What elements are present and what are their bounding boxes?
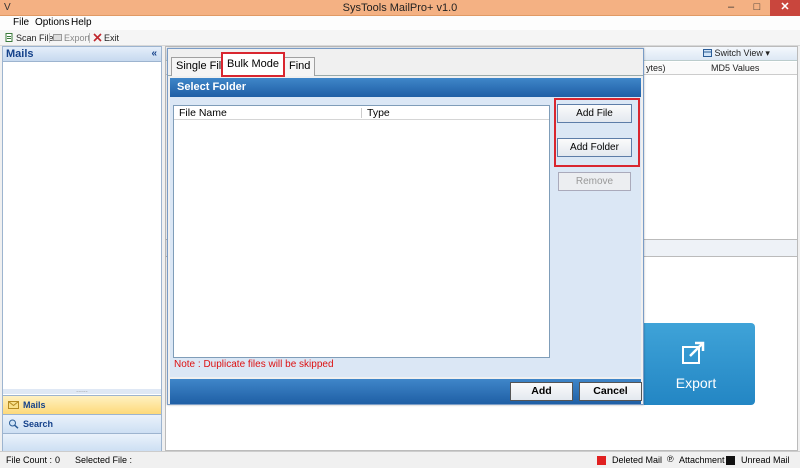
selected-file-label: Selected File : bbox=[75, 455, 133, 465]
legend-deleted-mail: Deleted Mail bbox=[612, 455, 663, 465]
file-count-label: File Count : bbox=[6, 455, 53, 465]
chevron-down-icon: ▾ bbox=[765, 48, 770, 58]
dialog-footer: Add Cancel bbox=[170, 379, 642, 404]
add-file-button[interactable]: Add File bbox=[557, 104, 632, 123]
cancel-button[interactable]: Cancel bbox=[579, 382, 642, 401]
menu-file[interactable]: File bbox=[13, 17, 29, 28]
toolbar-divider bbox=[49, 33, 50, 43]
mail-icon bbox=[8, 401, 19, 409]
add-button[interactable]: Add bbox=[510, 382, 573, 401]
column-file-name[interactable]: File Name bbox=[179, 107, 227, 119]
nav-mails-button[interactable]: Mails bbox=[3, 395, 161, 414]
switch-view-icon bbox=[703, 49, 712, 57]
switch-view-dropdown[interactable]: Switch View ▾ bbox=[703, 48, 770, 59]
maximize-button[interactable]: □ bbox=[744, 0, 770, 16]
deleted-mail-color-swatch bbox=[597, 456, 606, 465]
legend-unread-mail: Unread Mail bbox=[741, 455, 790, 465]
close-button[interactable]: ✕ bbox=[770, 0, 800, 16]
panel-splitter[interactable]: ...... bbox=[3, 387, 161, 394]
dialog-tab-strip: Single File Bulk Mode Find bbox=[168, 49, 643, 77]
collapse-panel-icon[interactable]: « bbox=[151, 47, 157, 61]
paperclip-icon: ℗ bbox=[667, 454, 674, 464]
file-count-value: 0 bbox=[55, 455, 61, 465]
tab-bulk-mode[interactable]: Bulk Mode bbox=[221, 52, 285, 77]
switch-view-label: Switch View bbox=[714, 48, 763, 58]
nav-search-button[interactable]: Search bbox=[3, 414, 161, 433]
status-bar: File Count : 0 Selected File : Deleted M… bbox=[0, 451, 800, 468]
scan-file-label: Scan File bbox=[16, 33, 54, 43]
export-arrow-icon bbox=[682, 341, 705, 364]
tab-find[interactable]: Find bbox=[284, 57, 316, 76]
exit-icon bbox=[93, 33, 102, 42]
export-icon bbox=[53, 34, 62, 41]
scan-file-button[interactable]: Scan File bbox=[5, 32, 54, 44]
menu-options[interactable]: Options bbox=[35, 17, 69, 28]
file-list[interactable]: File Name Type bbox=[173, 105, 550, 358]
nav-overflow-bar bbox=[3, 433, 161, 451]
title-bar: V SysTools MailPro+ v1.0 – □ ✕ bbox=[0, 0, 800, 16]
column-md5[interactable]: MD5 Values bbox=[711, 63, 759, 73]
duplicate-note: Note : Duplicate files will be skipped bbox=[174, 359, 334, 370]
search-icon bbox=[9, 419, 19, 429]
export-toolbar-button[interactable]: Export bbox=[53, 32, 90, 44]
mails-panel-title: Mails bbox=[6, 48, 34, 60]
nav-mails-label: Mails bbox=[23, 400, 46, 410]
mails-panel: Mails « ...... Mails Search bbox=[2, 46, 162, 451]
file-list-header: File Name Type bbox=[174, 106, 549, 120]
menu-help[interactable]: Help bbox=[71, 17, 92, 28]
file-selection-panel: File Name Type Add File Add Folder Remov… bbox=[170, 97, 641, 377]
minimize-button[interactable]: – bbox=[718, 0, 744, 16]
column-divider bbox=[361, 108, 362, 118]
add-files-dialog: Single File Bulk Mode Find Select Folder… bbox=[167, 48, 644, 405]
mails-panel-header: Mails « bbox=[3, 47, 161, 62]
scan-file-icon bbox=[5, 33, 13, 42]
nav-search-label: Search bbox=[23, 419, 54, 429]
toolbar: Scan File Export Exit bbox=[0, 30, 800, 46]
exit-label: Exit bbox=[104, 33, 120, 43]
legend-attachment: Attachment bbox=[679, 455, 725, 465]
exit-button[interactable]: Exit bbox=[93, 32, 119, 44]
export-tile-button[interactable]: Export bbox=[637, 323, 755, 405]
window-title: SysTools MailPro+ v1.0 bbox=[342, 2, 458, 14]
remove-button[interactable]: Remove bbox=[558, 172, 631, 191]
section-title: Select Folder bbox=[170, 78, 641, 97]
add-folder-button[interactable]: Add Folder bbox=[557, 138, 632, 157]
menu-bar: File Options Help bbox=[0, 16, 800, 30]
column-size[interactable]: ytes) bbox=[646, 63, 666, 73]
column-type[interactable]: Type bbox=[367, 107, 390, 119]
export-tile-label: Export bbox=[675, 375, 717, 391]
export-toolbar-label: Export bbox=[64, 33, 91, 43]
unread-mail-color-swatch bbox=[726, 456, 735, 465]
toolbar-divider bbox=[89, 33, 90, 43]
